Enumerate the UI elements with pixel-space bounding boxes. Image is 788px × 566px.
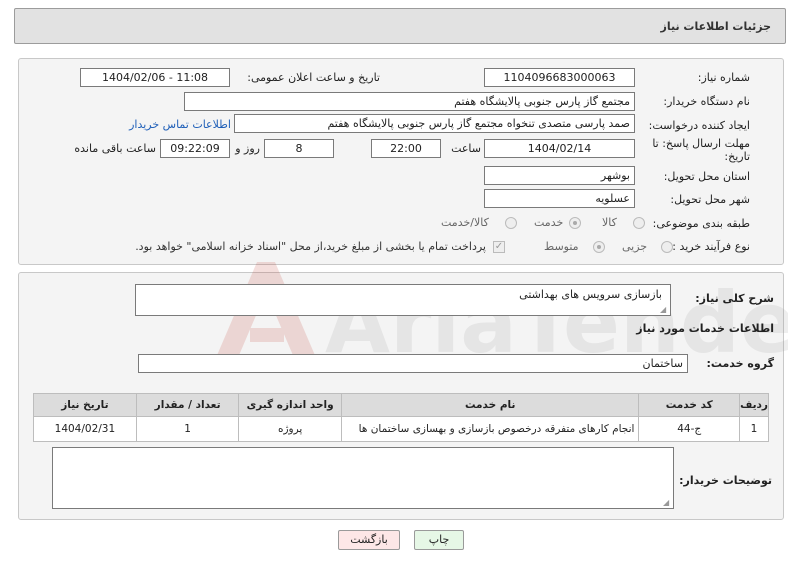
- city-field[interactable]: عسلویه: [484, 189, 635, 208]
- buyer-org-field[interactable]: مجتمع گاز پارس جنوبی پالایشگاه هفتم: [184, 92, 635, 111]
- announce-datetime-label: تاریخ و ساعت اعلان عمومی:: [247, 71, 380, 84]
- col-service-name: نام خدمت: [340, 393, 640, 417]
- province-field[interactable]: بوشهر: [484, 166, 635, 185]
- service-group-field[interactable]: ساختمان: [138, 354, 688, 373]
- category-service-radio[interactable]: [569, 217, 581, 229]
- page-title: جزئیات اطلاعات نیاز: [660, 20, 772, 33]
- resize-handle-icon[interactable]: ◢: [660, 306, 668, 314]
- page-header: جزئیات اطلاعات نیاز: [14, 8, 786, 44]
- category-goods-label: کالا: [602, 216, 617, 229]
- province-label: استان محل تحویل:: [663, 170, 750, 183]
- services-section-title: اطلاعات خدمات مورد نیاز: [636, 322, 774, 335]
- col-need-date: تاریخ نیاز: [33, 393, 137, 417]
- table-row: 1 ج-44 انجام کارهای متفرقه درخصوص بازساز…: [33, 416, 769, 442]
- remaining-time-label: ساعت باقی مانده: [74, 142, 156, 155]
- buyer-contact-link[interactable]: اطلاعات تماس خریدار: [129, 118, 231, 131]
- cell-service-code: ج-44: [638, 416, 741, 442]
- creator-field[interactable]: صمد پارسی متصدی تنخواه مجتمع گاز پارس جن…: [234, 114, 635, 133]
- need-description-value: بازسازی سرویس های بهداشتی: [519, 288, 662, 301]
- col-quantity: تعداد / مقدار: [135, 393, 240, 417]
- need-info-panel: [18, 58, 784, 265]
- days-label: روز و: [235, 142, 260, 155]
- category-label: طبقه بندی موضوعی:: [652, 217, 750, 230]
- process-medium-label: متوسط: [544, 240, 579, 253]
- cell-quantity: 1: [135, 416, 240, 442]
- cell-service-name: انجام کارهای متفرقه درخصوص بازسازی و بهس…: [340, 416, 640, 442]
- col-row: ردیف: [739, 393, 769, 417]
- col-unit: واحد اندازه گیری: [238, 393, 342, 417]
- need-number-label: شماره نیاز:: [697, 71, 750, 84]
- service-group-label: گروه خدمت:: [706, 357, 774, 370]
- purchase-process-label: نوع فرآیند خرید :: [672, 240, 750, 253]
- creator-label: ایجاد کننده درخواست:: [648, 119, 750, 132]
- days-remaining-field[interactable]: 8: [264, 139, 334, 158]
- process-minor-label: جزیی: [622, 240, 648, 253]
- deadline-date-label: تاریخ:: [724, 150, 750, 163]
- need-description-field[interactable]: بازسازی سرویس های بهداشتی ◢: [135, 284, 671, 316]
- category-service-label: خدمت: [534, 216, 564, 229]
- resize-handle-icon[interactable]: ◢: [663, 499, 671, 507]
- remaining-time-field[interactable]: 09:22:09: [160, 139, 230, 158]
- category-goods-service-radio[interactable]: [505, 217, 517, 229]
- services-table: ردیف کد خدمت نام خدمت واحد اندازه گیری ت…: [33, 393, 769, 442]
- category-goods-radio[interactable]: [633, 217, 645, 229]
- buyer-org-label: نام دستگاه خریدار:: [663, 95, 750, 108]
- treasury-payment-note: پرداخت تمام یا بخشی از مبلغ خرید،از محل …: [135, 240, 486, 253]
- announce-datetime-field[interactable]: 1404/02/06 - 11:08: [80, 68, 230, 87]
- print-button[interactable]: چاپ: [414, 530, 464, 550]
- deadline-time-field[interactable]: 22:00: [371, 139, 441, 158]
- buyer-notes-field[interactable]: ◢: [52, 447, 674, 509]
- need-description-label: شرح کلی نیاز:: [695, 292, 774, 305]
- need-number-field[interactable]: 1104096683000063: [484, 68, 635, 87]
- deadline-label: مهلت ارسال پاسخ: تا: [652, 137, 750, 150]
- buyer-notes-label: توضیحات خریدار:: [679, 474, 772, 487]
- category-goods-service-label: کالا/خدمت: [441, 216, 489, 229]
- deadline-time-label: ساعت: [451, 142, 481, 155]
- city-label: شهر محل تحویل:: [670, 193, 750, 206]
- process-minor-radio[interactable]: [661, 241, 673, 253]
- cell-row: 1: [739, 416, 769, 442]
- treasury-payment-checkbox[interactable]: ✓: [493, 241, 505, 253]
- deadline-date-field[interactable]: 1404/02/14: [484, 139, 635, 158]
- cell-unit: پروژه: [238, 416, 342, 442]
- back-button[interactable]: بازگشت: [338, 530, 400, 550]
- col-service-code: کد خدمت: [638, 393, 741, 417]
- services-table-header: ردیف کد خدمت نام خدمت واحد اندازه گیری ت…: [33, 393, 769, 417]
- cell-need-date: 1404/02/31: [33, 416, 137, 442]
- process-medium-radio[interactable]: [593, 241, 605, 253]
